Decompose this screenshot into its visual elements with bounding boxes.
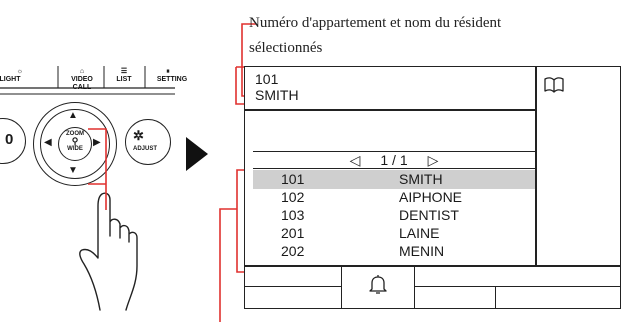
setting-button[interactable]: ⏸ SETTING — [148, 68, 188, 84]
monitor-screen: 101 SMITH ◁ 1 / 1 ▷ 101 SMITH 102 AIPHON… — [244, 66, 621, 309]
selected-name: SMITH — [255, 87, 299, 103]
page-navigation-bar: ◁ 1 / 1 ▷ — [253, 151, 535, 169]
selected-resident-callout: Numéro d'appartement et nom du résident … — [249, 11, 621, 61]
list-item[interactable]: 201 LAINE — [253, 224, 535, 243]
callout-line-2: sélectionnés — [249, 40, 323, 56]
triangle-right-icon[interactable]: ▷ — [428, 152, 439, 169]
header-divider — [245, 109, 535, 111]
list-item[interactable]: 102 AIPHONE — [253, 188, 535, 207]
selected-number: 101 — [255, 71, 279, 87]
selected-resident-display: 101 SMITH — [255, 71, 299, 103]
play-arrow-icon — [186, 137, 208, 171]
settings-icon: ⏸ — [166, 68, 170, 75]
list-item[interactable]: 101 SMITH — [253, 170, 535, 189]
call-softkey[interactable] — [341, 266, 415, 308]
callout-line-1: Numéro d'appartement et nom du résident — [249, 15, 502, 31]
softkey-1[interactable] — [245, 286, 341, 308]
triangle-left-icon[interactable]: ◁ — [350, 152, 361, 169]
bell-icon — [369, 275, 387, 294]
softkey-divider — [245, 265, 620, 267]
softkey-3[interactable] — [415, 286, 495, 308]
right-panel-divider — [535, 67, 537, 265]
list-item[interactable]: 202 MENIN — [253, 242, 535, 261]
softkey-4[interactable] — [495, 286, 620, 308]
page-indicator: 1 / 1 — [380, 152, 408, 168]
list-item[interactable]: 103 DENTIST — [253, 206, 535, 225]
dpad-callout-lines — [88, 128, 107, 210]
book-icon[interactable] — [543, 76, 565, 94]
